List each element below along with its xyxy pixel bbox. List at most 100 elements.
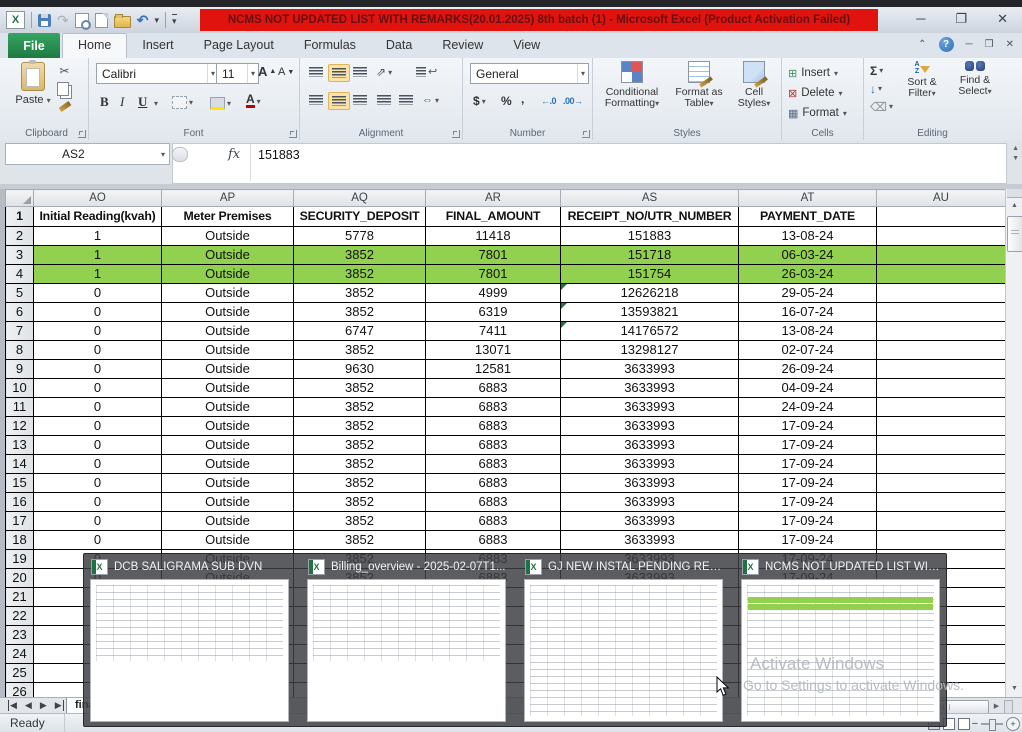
cell[interactable] bbox=[877, 360, 1006, 379]
previous-sheet-icon[interactable]: ◀ bbox=[25, 700, 32, 711]
cell[interactable] bbox=[877, 436, 1006, 455]
cell[interactable]: 3633993 bbox=[561, 493, 739, 512]
cell[interactable]: Outside bbox=[162, 265, 294, 284]
workbook-minimize-icon[interactable]: ─ bbox=[966, 39, 973, 50]
preview-billing-overview[interactable]: XBilling_overview - 2025-02-07T1... bbox=[304, 556, 510, 723]
cell[interactable]: Outside bbox=[162, 512, 294, 531]
column-header[interactable]: AO bbox=[34, 190, 162, 207]
cell[interactable]: Outside bbox=[162, 455, 294, 474]
scroll-right-icon[interactable]: ▶ bbox=[990, 700, 1003, 712]
formula-scroll-up-icon[interactable]: ▲ bbox=[1012, 145, 1019, 152]
row-header[interactable]: 18 bbox=[6, 531, 34, 550]
tab-data[interactable]: Data bbox=[371, 33, 427, 58]
find-select-button[interactable]: Find & Select▾ bbox=[952, 61, 998, 98]
cell[interactable]: 0 bbox=[34, 398, 162, 417]
cell[interactable]: 02-07-24 bbox=[739, 341, 877, 360]
cell[interactable]: 16-07-24 bbox=[739, 303, 877, 322]
header-cell[interactable]: SECURITY_DEPOSIT bbox=[294, 207, 426, 227]
cell[interactable]: 0 bbox=[34, 474, 162, 493]
cell[interactable]: 14176572 bbox=[561, 322, 739, 341]
cell[interactable]: 12626218 bbox=[561, 284, 739, 303]
preview-ncms-not-updated[interactable]: XNCMS NOT UPDATED LIST WIT... bbox=[738, 556, 944, 723]
header-cell[interactable]: PAYMENT_DATE bbox=[739, 207, 877, 227]
row-header[interactable]: 6 bbox=[6, 303, 34, 322]
cell[interactable]: 17-09-24 bbox=[739, 417, 877, 436]
cell[interactable]: 3633993 bbox=[561, 474, 739, 493]
cell[interactable]: 3852 bbox=[294, 284, 426, 303]
next-sheet-icon[interactable]: ▶ bbox=[40, 700, 47, 711]
tab-formulas[interactable]: Formulas bbox=[289, 33, 371, 58]
cell[interactable]: 6883 bbox=[426, 512, 561, 531]
cell[interactable]: 26-03-24 bbox=[739, 265, 877, 284]
cell[interactable]: 3633993 bbox=[561, 360, 739, 379]
cell[interactable]: 0 bbox=[34, 379, 162, 398]
conditional-formatting-button[interactable]: Conditional Formatting▾ bbox=[597, 61, 667, 110]
cell[interactable]: 0 bbox=[34, 455, 162, 474]
middle-align-button[interactable] bbox=[328, 64, 350, 82]
print-preview-icon[interactable] bbox=[75, 13, 89, 28]
row-header[interactable]: 11 bbox=[6, 398, 34, 417]
help-icon[interactable]: ? bbox=[939, 37, 954, 52]
cell[interactable]: Outside bbox=[162, 284, 294, 303]
cell[interactable] bbox=[877, 474, 1006, 493]
borders-button[interactable]: ▾ bbox=[172, 96, 193, 109]
cell[interactable]: 3633993 bbox=[561, 455, 739, 474]
excel-logo-icon[interactable]: X bbox=[6, 11, 25, 29]
cell[interactable]: 3852 bbox=[294, 455, 426, 474]
format-cells-button[interactable]: ▦Format▾ bbox=[788, 104, 858, 122]
cell[interactable]: 17-09-24 bbox=[739, 493, 877, 512]
cell[interactable]: 6883 bbox=[426, 398, 561, 417]
preview-thumbnail[interactable] bbox=[90, 579, 289, 722]
wrap-text-button[interactable]: ↩ bbox=[416, 65, 437, 78]
row-header[interactable]: 4 bbox=[6, 265, 34, 284]
cell[interactable]: 3852 bbox=[294, 341, 426, 360]
header-cell[interactable]: RECEIPT_NO/UTR_NUMBER bbox=[561, 207, 739, 227]
cell[interactable] bbox=[877, 246, 1006, 265]
bottom-align-button[interactable] bbox=[350, 64, 370, 80]
cell[interactable] bbox=[877, 493, 1006, 512]
cell[interactable]: 26-09-24 bbox=[739, 360, 877, 379]
cell[interactable]: 0 bbox=[34, 512, 162, 531]
save-icon[interactable] bbox=[38, 14, 51, 27]
cell[interactable]: 17-09-24 bbox=[739, 455, 877, 474]
workbook-close-icon[interactable]: ✕ bbox=[1006, 39, 1014, 50]
insert-cells-button[interactable]: ⊞Insert▾ bbox=[788, 64, 858, 82]
close-button[interactable]: ✕ bbox=[997, 10, 1008, 28]
cell[interactable]: 13-08-24 bbox=[739, 322, 877, 341]
row-header[interactable]: 13 bbox=[6, 436, 34, 455]
undo-dropdown-icon[interactable]: ▾ bbox=[154, 15, 159, 26]
cell[interactable]: 6883 bbox=[426, 417, 561, 436]
fill-color-button[interactable]: ▾ bbox=[210, 97, 231, 110]
column-header[interactable]: AQ bbox=[294, 190, 426, 207]
tab-page-layout[interactable]: Page Layout bbox=[189, 33, 289, 58]
cell[interactable] bbox=[877, 227, 1006, 246]
cell[interactable]: Outside bbox=[162, 246, 294, 265]
header-cell[interactable]: Initial Reading(kvah) bbox=[34, 207, 162, 227]
insert-function-icon[interactable]: fx bbox=[228, 147, 240, 162]
row-header[interactable]: 1 bbox=[6, 207, 34, 227]
maximize-button[interactable]: ❐ bbox=[955, 10, 967, 28]
last-sheet-icon[interactable]: ▶ bbox=[55, 700, 64, 711]
vertical-scrollbar[interactable]: ▲ ▼ bbox=[1005, 189, 1022, 697]
cell[interactable]: 6883 bbox=[426, 531, 561, 550]
cell[interactable]: 24-09-24 bbox=[739, 398, 877, 417]
delete-cells-button[interactable]: ⊠Delete▾ bbox=[788, 84, 858, 102]
row-header[interactable]: 24 bbox=[6, 645, 34, 664]
cell[interactable]: 1 bbox=[34, 246, 162, 265]
cell[interactable]: 0 bbox=[34, 303, 162, 322]
cell[interactable]: 3852 bbox=[294, 493, 426, 512]
row-header[interactable]: 10 bbox=[6, 379, 34, 398]
cell[interactable]: Outside bbox=[162, 303, 294, 322]
new-document-icon[interactable] bbox=[95, 13, 108, 28]
cell[interactable]: 13298127 bbox=[561, 341, 739, 360]
underline-button[interactable]: U bbox=[138, 94, 147, 110]
number-format-select[interactable]: General ▾ bbox=[470, 63, 589, 84]
row-header[interactable]: 2 bbox=[6, 227, 34, 246]
cell[interactable]: 4999 bbox=[426, 284, 561, 303]
format-painter-icon[interactable] bbox=[58, 101, 71, 112]
copy-icon[interactable] bbox=[57, 82, 69, 96]
cell[interactable]: 0 bbox=[34, 436, 162, 455]
cell[interactable] bbox=[877, 417, 1006, 436]
row-header[interactable]: 20 bbox=[6, 569, 34, 588]
namebox-splitter[interactable] bbox=[172, 147, 188, 162]
